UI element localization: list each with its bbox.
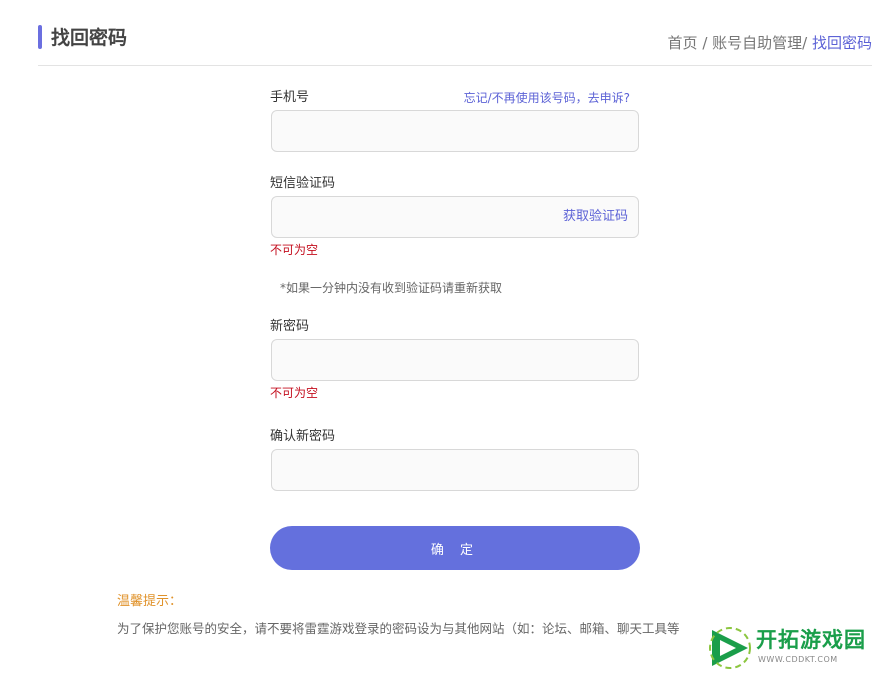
title-accent-bar — [38, 25, 42, 49]
new-password-error: 不可为空 — [270, 386, 319, 400]
breadcrumb-separator: / — [697, 34, 713, 52]
confirm-password-input[interactable] — [271, 449, 639, 491]
new-password-label: 新密码 — [270, 319, 310, 334]
phone-input[interactable] — [271, 110, 639, 152]
sms-code-hint: *如果一分钟内没有收到验证码请重新获取 — [280, 281, 503, 295]
watermark-logo-icon — [709, 627, 751, 669]
breadcrumb-home[interactable]: 首页 — [668, 34, 698, 52]
breadcrumb-separator: / — [802, 34, 812, 52]
sms-code-label: 短信验证码 — [270, 176, 336, 191]
phone-label: 手机号 — [270, 90, 310, 105]
tips-text: 为了保护您账号的安全，请不要将雷霆游戏登录的密码设为与其他网站（如：论坛、邮箱、… — [117, 621, 680, 636]
watermark: 开拓游戏园 WWW.CDDKT.COM — [700, 620, 893, 674]
tips-title: 温馨提示： — [117, 594, 183, 609]
confirm-password-label: 确认新密码 — [270, 429, 336, 444]
breadcrumb: 首页 / 账号自助管理/ 找回密码 — [668, 32, 872, 54]
confirm-button[interactable]: 确 定 — [270, 526, 640, 570]
page-title: 找回密码 — [51, 27, 128, 49]
watermark-url: WWW.CDDKT.COM — [758, 655, 838, 664]
get-code-button[interactable]: 获取验证码 — [563, 208, 628, 226]
breadcrumb-account-management[interactable]: 账号自助管理 — [712, 34, 802, 52]
appeal-link[interactable]: 忘记/不再使用该号码，去申诉? — [464, 89, 630, 107]
sms-code-error: 不可为空 — [270, 243, 319, 257]
page-header: 找回密码 首页 / 账号自助管理/ 找回密码 — [38, 22, 872, 66]
breadcrumb-current: 找回密码 — [811, 34, 872, 52]
page: 找回密码 首页 / 账号自助管理/ 找回密码 手机号 忘记/不再使用该号码，去申… — [0, 0, 893, 674]
watermark-name: 开拓游戏园 — [756, 628, 866, 652]
new-password-input[interactable] — [271, 339, 639, 381]
